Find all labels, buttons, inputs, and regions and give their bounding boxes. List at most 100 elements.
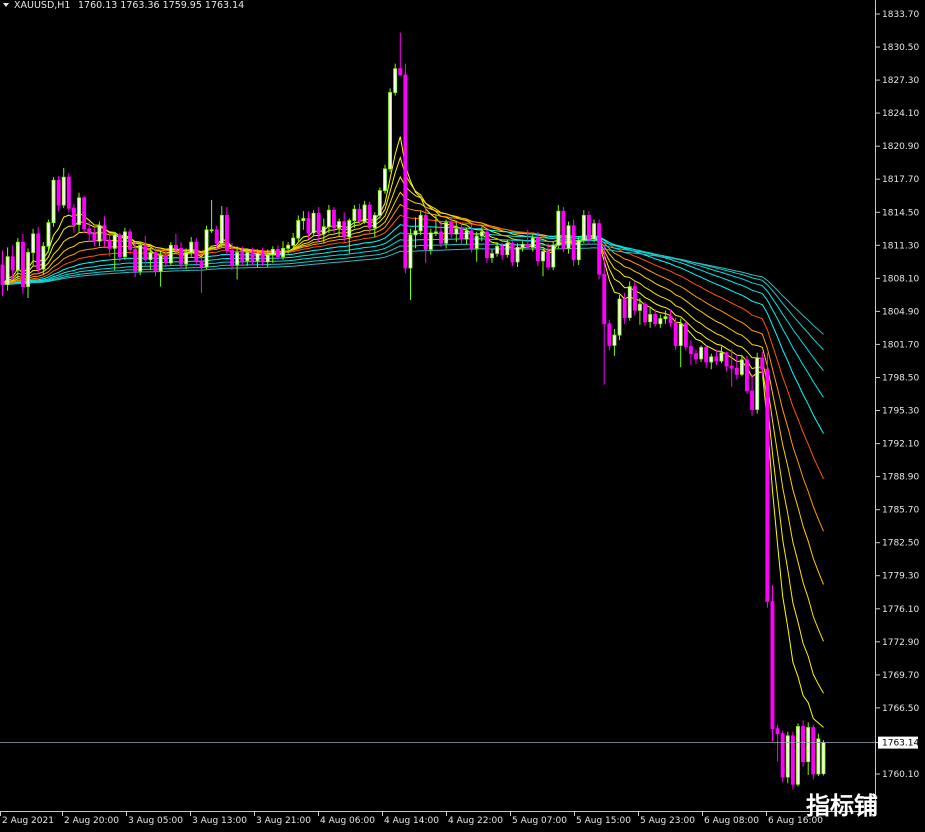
y-tick-label: 1820.90 bbox=[882, 142, 919, 152]
candle bbox=[576, 237, 581, 265]
y-tick-label: 1811.30 bbox=[882, 241, 919, 251]
x-tick-label: 2 Aug 20:00 bbox=[64, 816, 119, 826]
candle bbox=[194, 238, 199, 266]
bull-candle-body bbox=[739, 359, 744, 375]
bull-candle-body bbox=[418, 214, 423, 232]
bull-candle-body bbox=[551, 244, 556, 268]
candle bbox=[367, 201, 372, 233]
bear-candle-body bbox=[811, 727, 816, 775]
bull-candle-body bbox=[255, 253, 260, 262]
dropdown-arrow-icon[interactable] bbox=[3, 3, 9, 7]
bull-candle-body bbox=[337, 221, 341, 229]
bull-candle-body bbox=[362, 204, 367, 222]
price-chart[interactable]: 1833.70 1830.50 1827.30 1824.10 1820.90 1817.… bbox=[0, 0, 925, 832]
bull-candle-body bbox=[755, 357, 760, 410]
candle bbox=[204, 225, 209, 270]
symbol-label: XAUUSD,H1 bbox=[14, 0, 70, 11]
candle bbox=[770, 585, 775, 741]
candle bbox=[785, 731, 790, 784]
candle bbox=[683, 320, 688, 351]
bull-candle-body bbox=[311, 212, 316, 234]
candle bbox=[673, 317, 678, 350]
candle bbox=[72, 204, 76, 233]
candle bbox=[643, 302, 647, 326]
bear-candle-body bbox=[357, 208, 362, 222]
bull-candle-body bbox=[148, 252, 153, 261]
bull-candle-body bbox=[566, 225, 571, 249]
bull-candle-body bbox=[495, 245, 500, 254]
x-tick-label: 6 Aug 08:00 bbox=[704, 816, 759, 826]
candle bbox=[694, 349, 698, 365]
bear-candle-body bbox=[66, 176, 71, 209]
candle bbox=[82, 195, 87, 233]
bull-candle-body bbox=[168, 244, 173, 264]
bear-candle-body bbox=[56, 179, 61, 206]
candle bbox=[612, 328, 617, 356]
bull-candle-body bbox=[265, 254, 270, 263]
candle bbox=[423, 207, 428, 263]
candle bbox=[128, 228, 132, 255]
candle bbox=[260, 247, 265, 266]
bear-candle-body bbox=[790, 735, 795, 785]
candle bbox=[439, 221, 443, 248]
bull-candle-body bbox=[490, 253, 494, 259]
bull-candle-body bbox=[556, 210, 561, 246]
bear-candle-body bbox=[0, 264, 5, 285]
bear-candle-body bbox=[525, 243, 530, 248]
candle bbox=[709, 353, 714, 370]
y-tick-label: 1798.50 bbox=[882, 374, 919, 384]
candle bbox=[541, 249, 545, 277]
candle bbox=[413, 217, 418, 249]
candle bbox=[816, 733, 821, 777]
bull-candle-body bbox=[41, 245, 46, 270]
bear-candle-body bbox=[587, 214, 591, 240]
bull-candle-body bbox=[530, 237, 535, 248]
candle bbox=[31, 228, 36, 266]
y-tick-label: 1788.90 bbox=[882, 473, 919, 483]
y-tick-label: 1824.10 bbox=[882, 109, 919, 119]
candle bbox=[316, 207, 321, 242]
bear-candle-body bbox=[133, 248, 138, 272]
candle bbox=[755, 352, 760, 414]
candle bbox=[806, 722, 811, 775]
bull-candle-body bbox=[372, 214, 377, 229]
bull-candle-body bbox=[219, 214, 224, 244]
y-tick-label: 1808.10 bbox=[882, 274, 919, 284]
candle bbox=[214, 225, 219, 249]
bull-candle-body bbox=[5, 256, 10, 286]
bull-candle-body bbox=[581, 214, 586, 241]
bear-candle-body bbox=[597, 223, 602, 275]
candle bbox=[36, 226, 41, 275]
ema-line-180 bbox=[2, 247, 824, 335]
bear-candle-body bbox=[469, 230, 474, 249]
candle bbox=[750, 374, 754, 416]
x-tick-label: 2 Aug 2021 bbox=[2, 816, 54, 826]
x-tick-label: 4 Aug 14:00 bbox=[384, 816, 439, 826]
bear-candle-body bbox=[20, 241, 25, 287]
candle bbox=[678, 318, 683, 368]
y-tick-label: 1833.70 bbox=[882, 10, 919, 20]
candle bbox=[219, 206, 224, 248]
bull-candle-body bbox=[123, 231, 127, 258]
candle bbox=[66, 173, 71, 213]
y-tick-label: 1782.50 bbox=[882, 539, 919, 549]
bull-candle-body bbox=[77, 197, 81, 226]
bear-candle-body bbox=[275, 248, 280, 257]
bear-candle-body bbox=[367, 204, 372, 229]
bear-candle-body bbox=[632, 286, 637, 311]
candle bbox=[811, 724, 816, 780]
y-tick-label: 1792.10 bbox=[882, 440, 919, 450]
bull-candle-body bbox=[138, 244, 143, 272]
bull-candle-body bbox=[388, 92, 392, 170]
bear-candle-body bbox=[704, 347, 709, 363]
candle bbox=[418, 211, 423, 235]
bear-candle-body bbox=[668, 316, 673, 324]
bear-candle-body bbox=[745, 359, 749, 392]
y-tick-label: 1766.50 bbox=[882, 704, 919, 714]
candle bbox=[689, 340, 693, 366]
candle bbox=[658, 314, 663, 328]
candle bbox=[551, 241, 556, 271]
bear-candle-body bbox=[398, 68, 403, 76]
candle bbox=[627, 281, 632, 321]
y-tick-label: 1827.30 bbox=[882, 76, 919, 86]
